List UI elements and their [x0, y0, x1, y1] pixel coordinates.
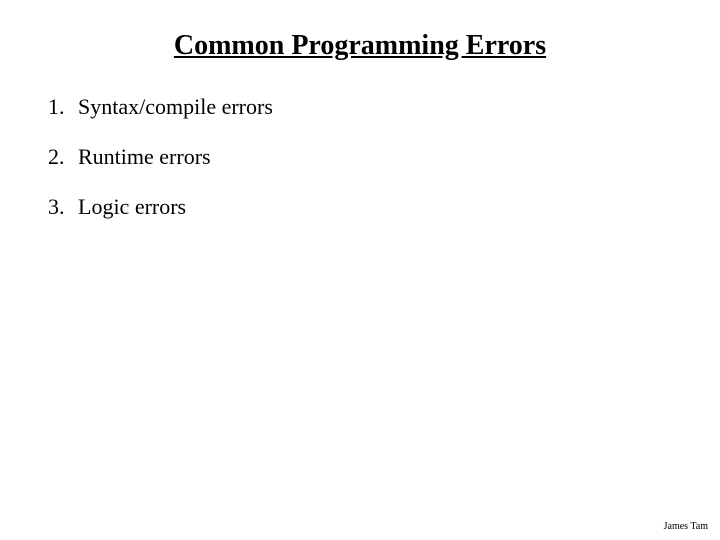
list-item: 1. Syntax/compile errors [48, 94, 680, 120]
list-item-text: Syntax/compile errors [78, 94, 273, 120]
error-list: 1. Syntax/compile errors 2. Runtime erro… [40, 94, 680, 220]
list-item-text: Logic errors [78, 194, 186, 220]
list-item-text: Runtime errors [78, 144, 211, 170]
list-item: 2. Runtime errors [48, 144, 680, 170]
list-item-number: 3. [48, 194, 78, 220]
list-item-number: 1. [48, 94, 78, 120]
list-item: 3. Logic errors [48, 194, 680, 220]
slide-title: Common Programming Errors [40, 30, 680, 62]
slide-container: Common Programming Errors 1. Syntax/comp… [0, 0, 720, 540]
author-footer: James Tam [664, 521, 708, 532]
list-item-number: 2. [48, 144, 78, 170]
